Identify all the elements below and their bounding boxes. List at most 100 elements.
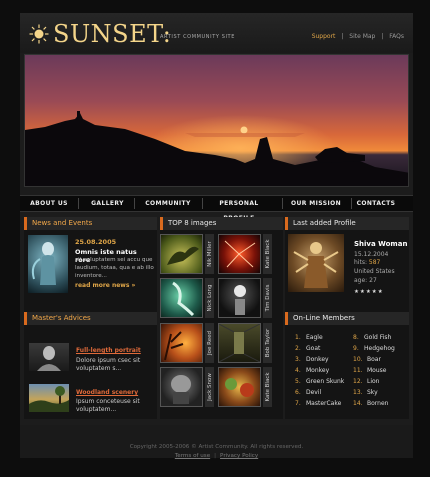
advice-body: Ipsum conceteuse sit voluptatem... — [76, 398, 140, 413]
footer-links: Terms of use | Privacy Policy — [20, 453, 413, 459]
nav-community[interactable]: COMMUNITY — [142, 196, 194, 211]
advice-title-portrait[interactable]: Full-length portrait — [76, 347, 141, 354]
profile-name[interactable]: Shiva Woman — [354, 240, 407, 248]
member-number: 3. — [295, 356, 301, 363]
figure-icon — [234, 285, 246, 315]
faqs-link[interactable]: FAQs — [387, 33, 406, 40]
member-number: 7. — [295, 400, 301, 407]
top-image-author: Jack Snow — [206, 373, 213, 401]
member-number: 1. — [295, 334, 301, 341]
news-body: sit voluptatem sei accu que laudium, tot… — [75, 257, 154, 279]
nav-personal-profile[interactable]: PERSONAL PROFILE — [206, 196, 272, 222]
site-map-link[interactable]: Site Map — [347, 33, 377, 40]
member-item[interactable]: 3. Donkey — [295, 356, 329, 363]
top-image-label: Bob Taylor — [263, 323, 272, 363]
left-column: News and Events 25.08.2005 Omnis iste na… — [24, 217, 157, 419]
top-image-author: Bob Taylor — [264, 328, 271, 358]
member-name: Donkey — [306, 356, 329, 363]
news-thumbnail[interactable] — [28, 235, 68, 293]
support-link[interactable]: Support — [310, 33, 338, 40]
top8-heading: TOP 8 images — [160, 217, 283, 230]
advices-box: Master's Advices — [24, 312, 157, 325]
top-image-author: Kate Black — [264, 239, 271, 269]
site-subtitle: ARTIST COMMUNITY SITE — [160, 34, 235, 40]
member-number: 12. — [353, 378, 363, 385]
top-image-label: Kate Black — [263, 367, 272, 407]
advice-title-woodland[interactable]: Woodland scenery — [76, 389, 138, 396]
member-name: Gold Fish — [364, 334, 392, 341]
member-number: 4. — [295, 367, 301, 374]
nav-contacts[interactable]: CONTACTS — [354, 196, 398, 211]
member-name: Lion — [367, 378, 380, 385]
member-name: Boar — [367, 356, 381, 363]
profile-rating: ★★★★★ — [354, 289, 384, 295]
advice-thumbnail[interactable] — [29, 384, 69, 412]
top-image-thumbnail[interactable] — [218, 367, 261, 407]
member-item[interactable]: 2. Goat — [295, 345, 320, 352]
portrait-icon — [37, 346, 61, 371]
top-image-label: Kate Black — [263, 234, 272, 274]
member-item[interactable]: 12. Lion — [353, 378, 379, 385]
member-item[interactable]: 10. Boar — [353, 356, 381, 363]
member-name: Green Skunk — [306, 378, 345, 385]
members-box: On-Line Members — [285, 312, 409, 325]
member-name: Mouse — [367, 367, 387, 374]
top-image-label: Nik Miller — [205, 234, 214, 274]
nav-about-us[interactable]: ABOUT US — [29, 196, 69, 211]
sun-logo-icon — [29, 24, 49, 44]
member-item[interactable]: 13. Sky — [353, 389, 378, 396]
member-item[interactable]: 14. Bornen — [353, 400, 388, 407]
member-item[interactable]: 7. MasterCake — [295, 400, 341, 407]
member-number: 11. — [353, 367, 363, 374]
top-image-thumbnail[interactable] — [160, 278, 203, 318]
mermaid-icon — [172, 281, 195, 317]
nav-gallery[interactable]: GALLERY — [90, 196, 125, 211]
news-heading: News and Events — [24, 217, 157, 230]
dragon-icon — [167, 246, 199, 265]
top-image-thumbnail[interactable] — [218, 278, 261, 318]
top-links: Support | Site Map | FAQs — [310, 33, 406, 40]
read-more-news-link[interactable]: read more news » — [75, 282, 135, 289]
member-name: Monkey — [306, 367, 330, 374]
nav-our-mission[interactable]: OUR MISSION — [287, 196, 345, 211]
member-item[interactable]: 4. Monkey — [295, 367, 329, 374]
profile-heading: Last added Profile — [285, 217, 409, 230]
top-image-thumbnail[interactable] — [160, 367, 203, 407]
advices-heading: Master's Advices — [24, 312, 157, 325]
member-name: Hedgehog — [364, 345, 395, 352]
top-image-author: Kate Black — [264, 372, 271, 402]
member-item[interactable]: 1. Eagle — [295, 334, 323, 341]
header: SUNSET: ARTIST COMMUNITY SITE Support | … — [20, 13, 413, 53]
top-image-thumbnail[interactable] — [160, 323, 203, 363]
site-title: SUNSET: — [53, 20, 172, 48]
members-heading: On-Line Members — [285, 312, 409, 325]
terms-of-use-link[interactable]: Terms of use — [173, 453, 212, 459]
member-item[interactable]: 8. Gold Fish — [353, 334, 391, 341]
top-image-thumbnail[interactable] — [218, 323, 261, 363]
member-name: Bornen — [367, 400, 389, 407]
profile-date: 15.12.2004 — [354, 251, 389, 258]
member-number: 6. — [295, 389, 301, 396]
member-item[interactable]: 9. Hedgehog — [353, 345, 395, 352]
splash-icon — [224, 240, 256, 268]
woodland-icon — [29, 386, 69, 412]
member-item[interactable]: 5. Green Skunk — [295, 378, 344, 385]
member-name: Eagle — [306, 334, 323, 341]
member-item[interactable]: 6. Devil — [295, 389, 321, 396]
privacy-policy-link[interactable]: Privacy Policy — [218, 453, 260, 459]
member-item[interactable]: 11. Mouse — [353, 367, 386, 374]
corridor-icon — [218, 323, 261, 363]
fairy-figure-icon — [31, 242, 56, 285]
profile-photo[interactable] — [288, 234, 344, 292]
advice-thumbnail[interactable] — [29, 343, 69, 371]
member-number: 13. — [353, 389, 363, 396]
nav-divider — [134, 198, 135, 209]
top-image-thumbnail[interactable] — [218, 234, 261, 274]
top-image-label: Jack Snow — [205, 367, 214, 407]
top-image-label: Nick Long — [205, 278, 214, 318]
profile-hits: hits: 587 — [354, 259, 380, 266]
member-number: 10. — [353, 356, 363, 363]
top-image-author: Tim Davis — [264, 284, 271, 312]
top-image-thumbnail[interactable] — [160, 234, 203, 274]
profile-hits-value: 587 — [368, 259, 381, 266]
